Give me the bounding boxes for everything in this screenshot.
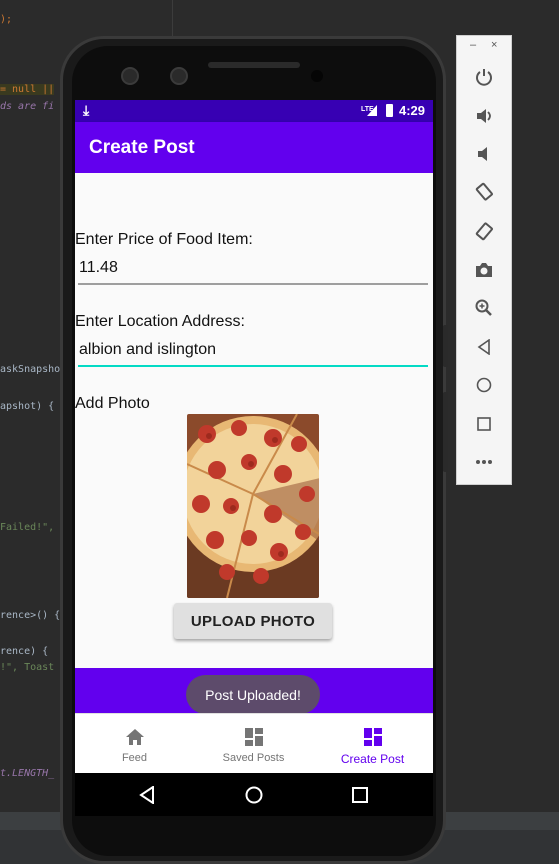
zoom-icon[interactable] [471,295,497,321]
home-button-icon[interactable] [245,786,263,809]
editor-divider [172,0,173,40]
location-field[interactable]: albion and islington [78,337,428,367]
toast-message: Post Uploaded! [186,675,320,714]
camera-icon[interactable] [471,257,497,283]
rotate-left-icon[interactable] [471,179,497,205]
back-icon[interactable] [139,785,155,809]
page-title: Create Post [89,137,195,158]
add-photo-label: Add Photo [75,395,150,412]
code-line: ds are fi [0,101,55,112]
bottom-navigation: Feed Saved Posts Create Post [75,713,433,773]
home-icon [125,728,145,751]
volume-down-icon[interactable] [471,141,497,167]
minimize-button[interactable]: – [470,39,476,51]
volume-up-icon[interactable] [471,103,497,129]
phone-screen: ⤓ LTE 4:29 Create Post Enter Price of Fo… [75,100,433,816]
phone-side-button [443,392,448,472]
code-line: rence) { [0,646,49,657]
overview-icon[interactable] [352,787,368,808]
code-line: apshot) { [0,401,55,412]
code-line: = null || [0,84,55,95]
code-line: t.LENGTH_ [0,768,55,779]
price-field[interactable]: 11.48 [78,255,428,285]
phone-speaker [208,62,300,68]
power-icon[interactable] [471,64,497,90]
dashboard-icon [244,728,263,751]
status-bar: ⤓ LTE 4:29 [75,100,433,122]
phone-camera [170,67,188,85]
rotate-right-icon[interactable] [471,218,497,244]
code-line: askSnapsho [0,364,61,375]
battery-icon [386,104,393,117]
price-label: Enter Price of Food Item: [75,231,253,248]
app-bar: Create Post [75,122,433,173]
phone-camera [121,67,139,85]
location-value: albion and islington [79,341,216,358]
create-post-form: Enter Price of Food Item: 11.48 Enter Lo… [75,173,433,668]
emulator-title-bar: – × [457,36,511,56]
code-line: ); [0,14,13,25]
upload-photo-button[interactable]: UPLOAD PHOTO [174,603,332,639]
emulator-toolbar: – × [456,35,512,485]
nav-label-saved-posts: Saved Posts [222,752,285,764]
code-line: !", Toast [0,662,55,673]
nav-item-feed[interactable]: Feed [75,714,194,774]
code-line: Failed!", [0,522,55,533]
status-time: 4:29 [399,103,426,118]
home-icon[interactable] [471,372,497,398]
more-icon[interactable] [471,449,497,475]
nav-label-feed: Feed [121,752,148,764]
code-line: rence>() { [0,610,61,621]
location-label: Enter Location Address: [75,313,245,330]
nav-label-create-post: Create Post [340,752,405,766]
nav-item-create-post[interactable]: Create Post [313,714,432,774]
pizza-photo [187,414,319,598]
phone-sensor [311,70,323,82]
close-button[interactable]: × [491,39,497,51]
download-icon: ⤓ [83,102,90,118]
dashboard-icon [363,728,382,751]
nav-item-saved-posts[interactable]: Saved Posts [194,714,313,774]
system-navigation-bar [75,773,433,816]
price-value: 11.48 [79,259,118,276]
phone-side-button [443,325,448,367]
signal-icon [367,105,377,116]
back-icon[interactable] [471,334,497,360]
overview-icon[interactable] [471,411,497,437]
